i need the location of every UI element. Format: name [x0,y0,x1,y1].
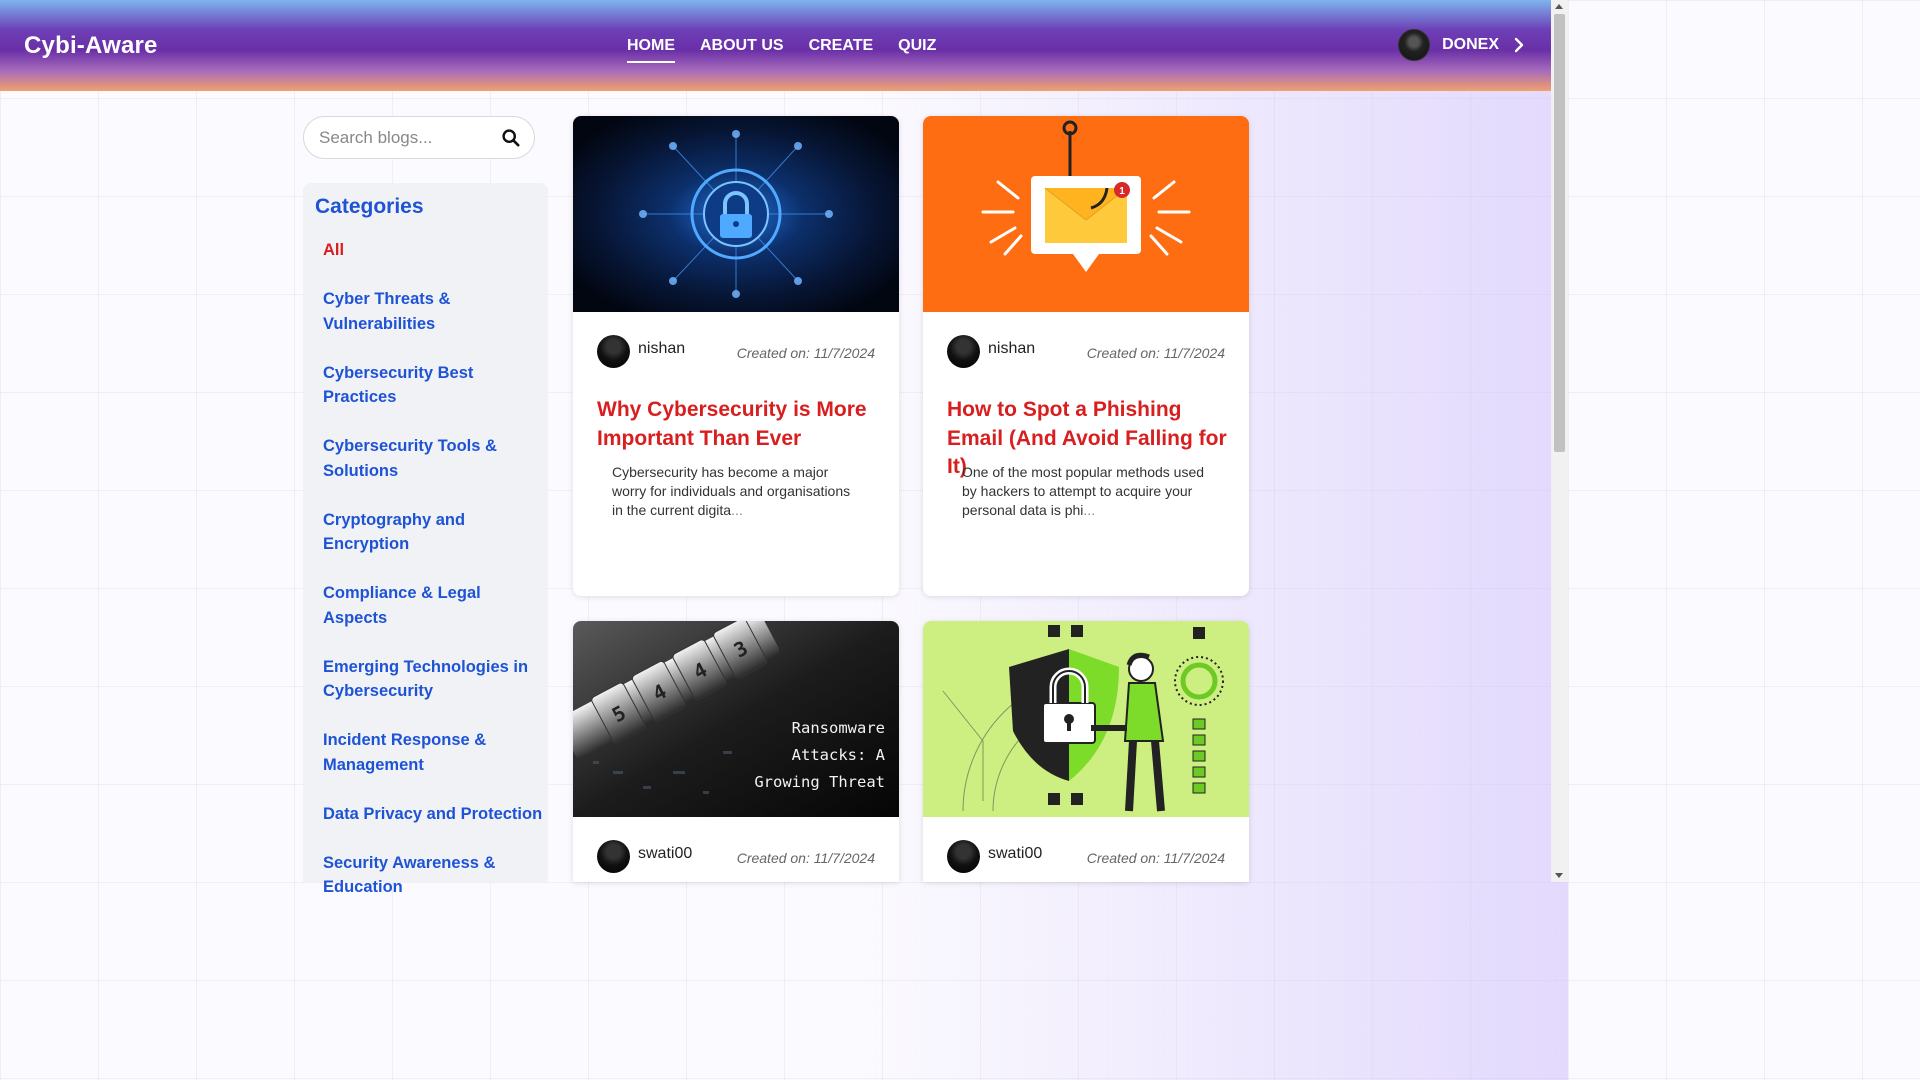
ransomware-caption-line1: Ransomware [792,719,885,737]
author-name: swati00 [638,844,693,862]
nav-create[interactable]: CREATE [809,37,874,63]
user-avatar[interactable] [1398,29,1431,61]
blog-card[interactable]: swati00 Created on: 11/7/2024 [923,621,1249,882]
category-cryptography[interactable]: Cryptography and Encryption [323,508,545,557]
category-best-practices[interactable]: Cybersecurity Best Practices [323,361,545,410]
page-scrollbar[interactable] [1551,0,1568,882]
author-avatar [947,335,980,368]
ransomware-caption-line2: Attacks: A [792,746,886,764]
category-compliance[interactable]: Compliance & Legal Aspects [323,581,545,630]
main-nav: HOME ABOUT US CREATE QUIZ [627,37,936,63]
digital-lock-image[interactable] [573,116,899,312]
excerpt-ellipsis: ... [1083,502,1096,518]
blog-card[interactable]: nishan Created on: 11/7/2024 Why Cyberse… [573,116,899,596]
scrollbar-thumb[interactable] [1554,14,1565,452]
category-data-privacy[interactable]: Data Privacy and Protection [323,802,545,827]
post-meta: swati00 Created on: 11/7/2024 [947,840,1225,873]
top-navbar: Cybi-Aware HOME ABOUT US CREATE QUIZ DON… [0,0,1551,91]
search-input[interactable] [304,127,489,148]
scroll-down-arrow-icon[interactable] [1555,873,1563,878]
category-tools-solutions[interactable]: Cybersecurity Tools & Solutions [323,434,545,483]
excerpt-ellipsis: ... [731,502,743,518]
author-avatar [597,840,630,873]
categories-sidebar: Categories All Cyber Threats & Vulnerabi… [303,183,548,896]
categories-title: Categories [315,195,424,218]
nav-about-us[interactable]: ABOUT US [700,37,784,63]
user-name[interactable]: DONEX [1442,36,1499,54]
category-emerging-tech[interactable]: Emerging Technologies in Cybersecurity [323,655,545,704]
user-menu[interactable]: DONEX [1398,29,1529,61]
author-name: nishan [988,339,1036,357]
search-box [303,116,535,159]
scroll-up-arrow-icon[interactable] [1555,4,1563,9]
post-excerpt: One of the most popular methods used by … [962,463,1212,520]
created-date: Created on: 11/7/2024 [736,344,875,361]
post-meta: swati00 Created on: 11/7/2024 [597,840,875,873]
blog-card[interactable]: 5 4 4 3 Ransomware Attacks: A Growing Th… [573,621,899,882]
category-incident-response[interactable]: Incident Response & Management [323,728,545,777]
ransomware-lock-image[interactable]: 5 4 4 3 Ransomware Attacks: A Growing Th… [573,621,899,817]
post-title[interactable]: Why Cybersecurity is More Important Than… [597,396,882,453]
search-icon[interactable] [501,128,521,148]
post-excerpt: Cybersecurity has become a major worry f… [612,463,862,520]
category-cyber-threats[interactable]: Cyber Threats & Vulnerabilities [323,287,545,336]
author-avatar [597,335,630,368]
nav-home[interactable]: HOME [627,37,675,63]
chevron-right-icon[interactable] [1509,35,1529,55]
author-avatar [947,840,980,873]
category-list: All Cyber Threats & Vulnerabilities Cybe… [323,238,545,924]
blog-card[interactable]: 1 nishan Created on: 11/7/2024 How to Sp… [923,116,1249,596]
author-name: swati00 [988,844,1043,862]
ransomware-caption-line3: Growing Threat [754,773,885,791]
phishing-email-image[interactable]: 1 [923,116,1249,312]
author-name: nishan [638,339,686,357]
category-security-awareness[interactable]: Security Awareness & Education [323,851,545,900]
created-date: Created on: 11/7/2024 [1086,344,1225,361]
post-meta: nishan Created on: 11/7/2024 [597,335,875,368]
created-date: Created on: 11/7/2024 [736,849,875,866]
nav-quiz[interactable]: QUIZ [898,37,936,63]
brand-logo[interactable]: Cybi-Aware [24,32,158,60]
notification-badge: 1 [1119,186,1125,197]
post-meta: nishan Created on: 11/7/2024 [947,335,1225,368]
created-date: Created on: 11/7/2024 [1086,849,1225,866]
shield-padlock-image[interactable] [923,621,1249,817]
category-all[interactable]: All [323,238,545,263]
